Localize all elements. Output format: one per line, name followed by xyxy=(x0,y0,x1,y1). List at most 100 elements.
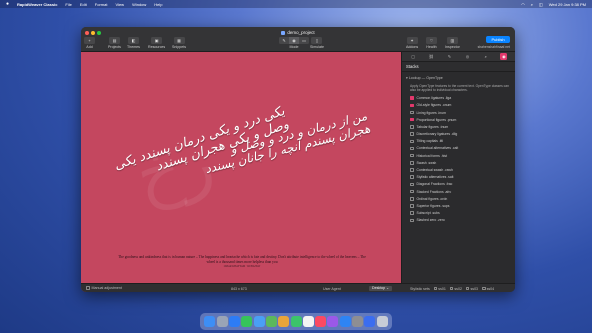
user-agent-select[interactable]: Desktop ⌄ xyxy=(369,285,393,291)
preview-page[interactable]: رخ یکی درد و یکی درمان پسندد یکی وصل و ی… xyxy=(81,52,401,292)
checkbox-unchecked-icon xyxy=(410,168,414,172)
user-agent-value: Desktop xyxy=(372,286,386,290)
tab-page-icon[interactable]: ▢ xyxy=(410,53,417,60)
checkbox-box xyxy=(86,286,90,290)
menu-app-name[interactable]: RapidWeaver Classic xyxy=(17,2,57,7)
tab-globe-icon[interactable]: ◎ xyxy=(464,53,471,60)
feature-checkbox[interactable]: Stacked Fractions .afrc xyxy=(410,188,515,195)
menu-edit[interactable]: Edit xyxy=(80,2,87,7)
ss03-checkbox[interactable]: ss03 xyxy=(465,287,478,291)
manual-adjustment-checkbox[interactable]: Manual adjustment xyxy=(86,286,122,290)
wifi-icon[interactable]: ◠ xyxy=(521,2,525,7)
feature-checkbox[interactable]: Superior figures .sups xyxy=(410,202,515,209)
lookup-section-toggle[interactable]: ▾ Lookup — OpenType xyxy=(402,72,515,82)
feature-checkbox[interactable]: Common ligatures .liga xyxy=(410,95,515,102)
checkbox-unchecked-icon xyxy=(410,182,414,187)
resources-button[interactable]: ▣ Resources xyxy=(148,37,165,49)
publish-button[interactable]: Publish xyxy=(486,36,510,43)
feature-checkbox[interactable]: Contextual swash .cswh xyxy=(410,166,515,173)
ss04-checkbox[interactable]: ss04 xyxy=(482,287,494,291)
site-url[interactable]: shahenshahfinaaf.net xyxy=(478,45,510,49)
feature-checkbox[interactable]: Diagonal Fractions .frac xyxy=(410,181,515,188)
menu-help[interactable]: Help xyxy=(154,2,162,7)
checkbox-unchecked-icon xyxy=(410,132,414,136)
addons-button[interactable]: ✦ Addons xyxy=(406,37,418,49)
inspector-button[interactable]: ▥ Inspector xyxy=(445,37,460,49)
search-icon[interactable]: ⌕ xyxy=(531,2,533,7)
feature-checkbox[interactable]: Stylistic alternatives .salt xyxy=(410,174,515,181)
finder-icon[interactable] xyxy=(204,316,216,327)
menu-format[interactable]: Format xyxy=(95,2,108,7)
simulate-button[interactable]: ▯ Simulate xyxy=(310,37,324,49)
maps-icon[interactable] xyxy=(265,316,277,327)
messages-icon[interactable] xyxy=(241,316,253,327)
clock[interactable]: Wed 29 Jan 9:38 PM xyxy=(549,2,586,7)
tab-pencil-icon[interactable]: ✎ xyxy=(446,53,453,60)
feature-checkbox[interactable]: Subscript .subs xyxy=(410,210,515,217)
feature-checkbox[interactable]: Titling capitals .titl xyxy=(410,138,515,145)
preview-mode-icon[interactable]: ◉ xyxy=(289,37,299,44)
projects-button[interactable]: ▤ Projects xyxy=(108,37,121,49)
feature-checkbox[interactable]: Slashed zero .zero xyxy=(410,217,515,224)
health-button[interactable]: ♡ Health xyxy=(426,37,437,49)
add-button[interactable]: + Add xyxy=(84,37,95,49)
addons-icon: ✦ xyxy=(406,37,418,44)
mail-icon[interactable] xyxy=(253,316,265,327)
quote-text: The goodness and unkindness that is in h… xyxy=(118,255,366,264)
appstore-icon[interactable] xyxy=(339,316,351,327)
feature-checkbox[interactable]: Ordinal figures .ordn xyxy=(410,195,515,202)
launchpad-icon[interactable] xyxy=(216,316,228,327)
quote-attribution: OMAR KHAYYAM · RUBAIYAT xyxy=(223,264,261,268)
settings-icon[interactable] xyxy=(352,316,364,327)
mode-control[interactable]: ✎ ◉ ▭ Mode xyxy=(279,37,309,49)
menu-file[interactable]: File xyxy=(65,2,71,7)
edit-mode-icon[interactable]: ✎ xyxy=(279,37,289,44)
menu-window[interactable]: Window xyxy=(132,2,146,7)
control-center-icon[interactable]: ◫ xyxy=(539,2,543,7)
podcasts-icon[interactable] xyxy=(327,316,339,327)
facetime-icon[interactable] xyxy=(290,316,302,327)
safari-icon[interactable] xyxy=(228,316,240,327)
panel-heading: Stacks xyxy=(402,62,515,72)
add-label: Add xyxy=(86,45,93,49)
trash-icon[interactable] xyxy=(376,316,388,327)
ss02-checkbox[interactable]: ss02 xyxy=(449,287,462,291)
feature-label: Diagonal Fractions .frac xyxy=(416,182,453,187)
feature-label: Ordinal figures .ordn xyxy=(416,196,448,201)
rapidweaver-icon[interactable] xyxy=(364,316,376,327)
feature-checkbox[interactable]: Historical forms .hist xyxy=(410,152,515,159)
tab-search-icon[interactable]: ⌕ xyxy=(482,53,489,60)
checkbox-unchecked-icon xyxy=(410,175,414,179)
themes-button[interactable]: ◧ Themes xyxy=(127,37,140,49)
feature-checkbox[interactable]: Proportional figures .pnum xyxy=(410,116,515,123)
mode-label: Mode xyxy=(289,45,299,49)
music-icon[interactable] xyxy=(315,316,327,327)
tab-stacks-icon[interactable]: ◉ xyxy=(500,53,508,60)
ss01-checkbox[interactable]: ss01 xyxy=(433,287,446,291)
feature-checkbox[interactable]: Contextual alternatives .calt xyxy=(410,145,515,152)
simulate-label: Simulate xyxy=(310,45,324,49)
apple-icon[interactable]: ● xyxy=(6,1,9,7)
code-mode-icon[interactable]: ▭ xyxy=(299,37,309,44)
lookup-label: Lookup — OpenType xyxy=(408,76,443,80)
feature-label: Tabular figures .tnum xyxy=(416,124,449,129)
canvas-size: 843 x 673 xyxy=(231,286,247,291)
dock xyxy=(200,313,392,330)
status-bar: Manual adjustment 843 x 673 User Agent D… xyxy=(81,283,515,292)
feature-checkbox[interactable]: Tabular figures .tnum xyxy=(410,123,515,130)
inspector-tabs: ▢ ⛓ ✎ ◎ ⌕ ◉ xyxy=(402,52,515,62)
photos-icon[interactable] xyxy=(278,316,290,327)
calendar-icon[interactable] xyxy=(302,316,314,327)
feature-checkbox[interactable]: Swash .swsh xyxy=(410,159,515,166)
feature-checkbox[interactable]: Discretionary ligatures .dlig xyxy=(410,131,515,138)
feature-checkbox[interactable]: Old-style figures .onum xyxy=(410,102,515,109)
document-icon xyxy=(281,30,286,35)
feature-label: Old-style figures .onum xyxy=(416,103,452,108)
menu-view[interactable]: View xyxy=(115,2,124,7)
feature-label: Common ligatures .liga xyxy=(416,96,452,101)
tab-link-icon[interactable]: ⛓ xyxy=(428,53,435,60)
themes-icon: ◧ xyxy=(127,37,139,44)
feature-checkbox[interactable]: Lining figures .lnum xyxy=(410,109,515,116)
snippets-button[interactable]: ▦ Snippets xyxy=(172,37,186,49)
feature-label: Historical forms .hist xyxy=(416,153,448,158)
